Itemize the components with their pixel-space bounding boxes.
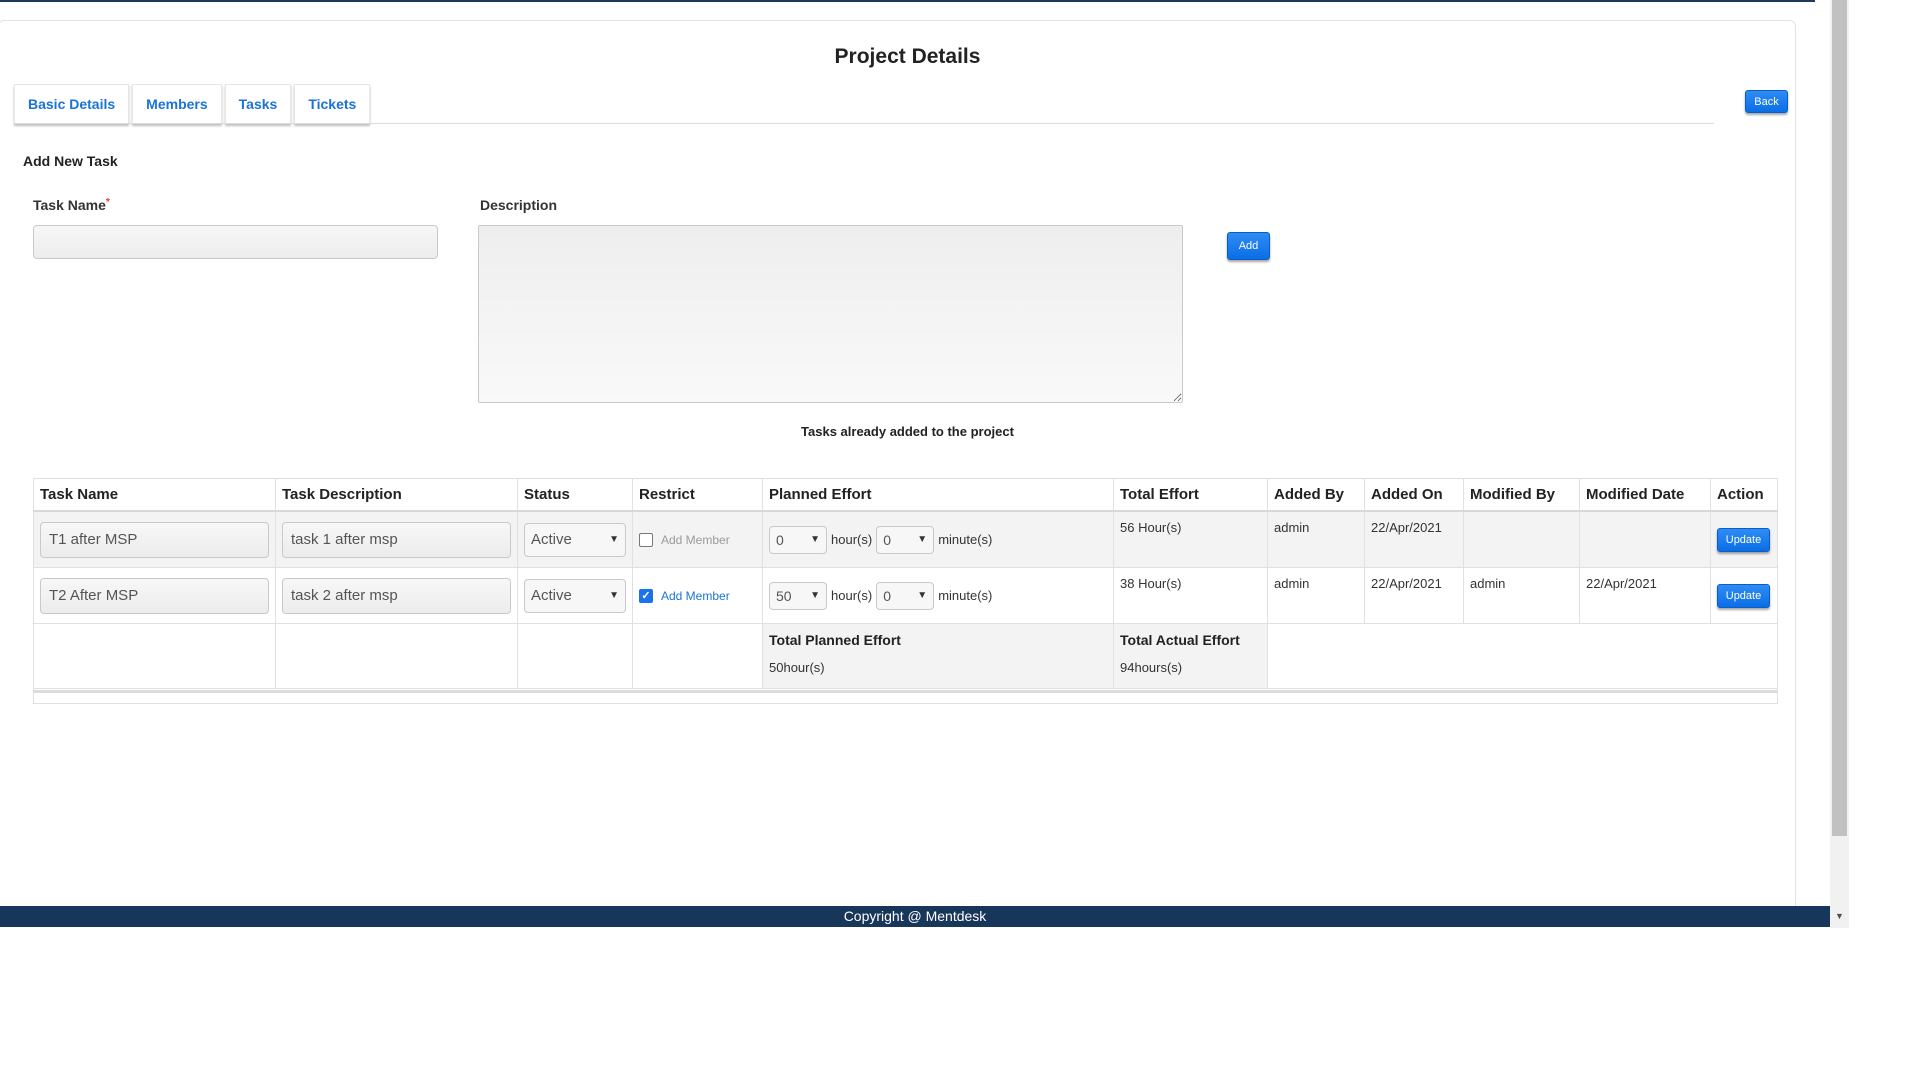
row-task-name-input[interactable]: T2 After MSP bbox=[40, 577, 269, 614]
planned-minutes-select[interactable]: 0 ▼ bbox=[876, 581, 935, 610]
chevron-down-icon: ▼ bbox=[917, 590, 928, 601]
top-accent-line bbox=[0, 0, 1815, 2]
added-on-cell: 22/Apr/2021 bbox=[1364, 567, 1464, 624]
hours-unit-label: hour(s) bbox=[831, 532, 873, 547]
add-member-link[interactable]: Add Member bbox=[661, 589, 730, 603]
planned-hours-select[interactable]: 50 ▼ bbox=[769, 581, 827, 610]
chevron-down-icon: ▼ bbox=[609, 590, 619, 601]
minutes-unit-label: minute(s) bbox=[938, 532, 993, 547]
table-bottom-border bbox=[33, 690, 1777, 693]
planned-minutes-value: 0 bbox=[883, 531, 891, 548]
project-details-card bbox=[0, 20, 1796, 912]
header-task-description: Task Description bbox=[275, 478, 518, 512]
chevron-down-icon: ▼ bbox=[810, 590, 820, 601]
status-value: Active bbox=[531, 531, 572, 548]
chevron-down-icon: ▼ bbox=[609, 534, 619, 545]
chevron-down-icon: ▼ bbox=[810, 534, 820, 545]
task-name-label-text: Task Name bbox=[33, 197, 106, 213]
planned-hours-select[interactable]: 0 ▼ bbox=[769, 525, 827, 554]
tab-tickets[interactable]: Tickets bbox=[294, 84, 371, 124]
header-modified-by: Modified By bbox=[1463, 478, 1580, 512]
add-task-section-title: Add New Task bbox=[23, 153, 118, 169]
minutes-unit-label: minute(s) bbox=[938, 588, 993, 603]
header-task-name: Task Name bbox=[33, 478, 276, 512]
planned-hours-value: 50 bbox=[776, 587, 792, 604]
total-planned-effort-label: Total Planned Effort bbox=[769, 632, 901, 648]
restrict-checkbox[interactable]: ✓ bbox=[639, 588, 653, 603]
page-title: Project Details bbox=[834, 45, 981, 68]
modified-by-cell bbox=[1463, 510, 1580, 568]
totals-row: Total Planned Effort 50hour(s) Total Act… bbox=[33, 623, 1778, 689]
row-task-name-input[interactable]: T1 after MSP bbox=[40, 521, 269, 558]
tab-divider bbox=[14, 123, 1714, 124]
header-added-by: Added By bbox=[1267, 478, 1365, 512]
back-button[interactable]: Back bbox=[1745, 90, 1788, 113]
added-by-cell: admin bbox=[1267, 510, 1365, 568]
total-planned-effort-value: 50hour(s) bbox=[769, 660, 825, 675]
total-actual-effort-label: Total Actual Effort bbox=[1120, 632, 1240, 648]
status-value: Active bbox=[531, 587, 572, 604]
scrollbar-thumb[interactable] bbox=[1832, 0, 1847, 836]
header-total-effort: Total Effort bbox=[1113, 478, 1268, 512]
added-on-cell: 22/Apr/2021 bbox=[1364, 510, 1464, 568]
total-effort-cell: 56 Hour(s) bbox=[1113, 510, 1268, 568]
planned-minutes-select[interactable]: 0 ▼ bbox=[876, 525, 935, 554]
description-textarea[interactable] bbox=[478, 225, 1183, 403]
row-status-select[interactable]: Active ▼ bbox=[524, 522, 626, 557]
header-added-on: Added On bbox=[1364, 478, 1464, 512]
project-tabs: Basic Details Members Tasks Tickets bbox=[14, 84, 371, 124]
add-task-button[interactable]: Add bbox=[1227, 232, 1270, 260]
added-by-cell: admin bbox=[1267, 567, 1365, 624]
description-label: Description bbox=[480, 197, 558, 213]
row-task-description-input[interactable]: task 2 after msp bbox=[282, 577, 511, 614]
row-status-select[interactable]: Active ▼ bbox=[524, 578, 626, 613]
table-row: T1 after MSP task 1 after msp Active ▼ Ad… bbox=[33, 510, 1778, 568]
update-button[interactable]: Update bbox=[1717, 527, 1770, 552]
header-planned-effort: Planned Effort bbox=[762, 478, 1114, 512]
required-asterisk: * bbox=[105, 197, 110, 208]
table-row: T2 After MSP task 2 after msp Active ▼ ✓ A… bbox=[33, 567, 1778, 624]
header-status: Status bbox=[517, 478, 633, 512]
modified-date-cell: 22/Apr/2021 bbox=[1579, 567, 1711, 624]
task-name-input[interactable] bbox=[33, 225, 438, 259]
header-restrict: Restrict bbox=[632, 478, 763, 512]
add-member-link[interactable]: Add Member bbox=[661, 533, 730, 547]
task-name-label: Task Name* bbox=[33, 197, 110, 213]
header-modified-date: Modified Date bbox=[1579, 478, 1711, 512]
scroll-down-arrow-icon[interactable]: ▼ bbox=[1830, 906, 1849, 926]
tasks-table-caption: Tasks already added to the project bbox=[801, 424, 1014, 439]
tab-tasks[interactable]: Tasks bbox=[224, 84, 292, 124]
tab-members[interactable]: Members bbox=[132, 84, 222, 124]
chevron-down-icon: ▼ bbox=[917, 534, 928, 545]
planned-hours-value: 0 bbox=[776, 531, 784, 548]
tasks-table: Task Name Task Description Status Restri… bbox=[33, 478, 1778, 704]
header-action: Action bbox=[1710, 478, 1778, 512]
row-task-description-input[interactable]: task 1 after msp bbox=[282, 521, 511, 558]
modified-by-cell: admin bbox=[1463, 567, 1580, 624]
planned-minutes-value: 0 bbox=[883, 587, 891, 604]
hours-unit-label: hour(s) bbox=[831, 588, 873, 603]
total-effort-cell: 38 Hour(s) bbox=[1113, 567, 1268, 624]
footer-copyright: Copyright @ Mentdesk bbox=[0, 906, 1830, 927]
tab-basic-details[interactable]: Basic Details bbox=[14, 84, 130, 124]
table-header-row: Task Name Task Description Status Restri… bbox=[33, 478, 1778, 512]
update-button[interactable]: Update bbox=[1717, 583, 1770, 608]
modified-date-cell bbox=[1579, 510, 1711, 568]
restrict-checkbox[interactable] bbox=[639, 532, 653, 547]
total-actual-effort-value: 94hours(s) bbox=[1120, 660, 1183, 675]
